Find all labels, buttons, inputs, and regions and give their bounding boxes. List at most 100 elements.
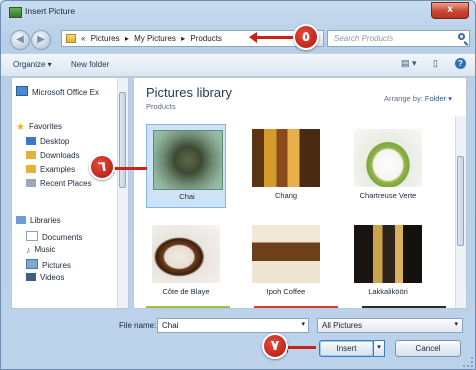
crumb-pictures[interactable]: Pictures: [91, 34, 120, 43]
arrange-value[interactable]: Folder ▾: [425, 94, 452, 103]
nav-item-recent-places[interactable]: Recent Places: [26, 179, 92, 188]
callout-step-6: ٦: [89, 154, 115, 180]
folder-icon: [26, 165, 36, 173]
command-toolbar: Organize ▾ New folder ▤ ▾ ▯ ?: [1, 53, 475, 77]
file-tile-ipoh-coffee[interactable]: Ipoh Coffee: [246, 220, 326, 304]
close-button[interactable]: x: [431, 2, 469, 19]
file-tile-chartreuse-verte[interactable]: Chartreuse Verte: [348, 124, 428, 208]
library-subtitle: Products: [146, 102, 176, 111]
file-name-value: Chai: [162, 321, 179, 330]
forward-button[interactable]: ▶: [31, 30, 51, 50]
file-type-select[interactable]: All Pictures ▾: [317, 318, 463, 333]
nav-item-music[interactable]: ♪ Music: [26, 245, 55, 255]
callout-step-5: ٥: [293, 24, 319, 50]
file-name: Ipoh Coffee: [266, 287, 306, 296]
folder-icon: [26, 151, 36, 159]
insert-options-button[interactable]: ▾: [373, 340, 385, 357]
nav-label: Favorites: [28, 122, 62, 131]
thumbnail: [354, 129, 422, 187]
document-icon: [26, 231, 38, 241]
pictures-icon: [26, 259, 38, 269]
search-icon[interactable]: [458, 33, 465, 40]
nav-label: Videos: [40, 273, 65, 282]
nav-item-documents[interactable]: Documents: [26, 231, 82, 242]
callout-step-7: ٧: [262, 333, 288, 359]
organize-button[interactable]: Organize ▾: [13, 60, 52, 69]
file-list: Pictures library Products Arrange by: Fo…: [133, 77, 467, 309]
view-options-icon[interactable]: ▤ ▾: [401, 58, 417, 71]
nav-item-pictures[interactable]: Pictures: [26, 259, 71, 270]
video-icon: [26, 273, 36, 281]
nav-label: Downloads: [40, 151, 80, 160]
file-name: Chai: [179, 192, 195, 201]
chevron-right-icon[interactable]: ▸: [181, 34, 185, 43]
navigation-pane: Microsoft Office Ex ★ Favorites Desktop D…: [11, 77, 129, 309]
file-name: Côte de Blaye: [162, 287, 210, 296]
chevron-down-icon[interactable]: ▾: [301, 320, 305, 328]
preview-pane-icon[interactable]: ▯: [433, 58, 438, 71]
search-placeholder: Search Products: [334, 34, 394, 43]
title-bar: Insert Picture x: [1, 1, 475, 23]
nav-item-examples[interactable]: Examples: [26, 165, 75, 174]
nav-item-libraries[interactable]: Libraries: [16, 216, 61, 225]
file-name: Chang: [274, 191, 298, 200]
nav-scrollbar-thumb[interactable]: [119, 92, 126, 188]
file-name: Chartreuse Verte: [359, 191, 417, 200]
file-list-scrollbar[interactable]: [455, 116, 466, 308]
nav-label: Music: [34, 245, 56, 254]
file-name: Lakkalikööri: [368, 287, 408, 296]
arrange-label: Arrange by:: [384, 94, 423, 103]
back-button[interactable]: ◀: [10, 30, 30, 50]
resize-grip[interactable]: [463, 357, 473, 367]
crumb-products[interactable]: Products: [190, 34, 222, 43]
thumbnail: [354, 225, 422, 283]
nav-item-office[interactable]: Microsoft Office Ex: [16, 86, 99, 97]
insert-picture-dialog: Insert Picture x ◀ ▶ « Pictures ▸ My Pic…: [0, 0, 476, 370]
desktop-icon: [26, 137, 36, 145]
file-tile-lakkalikoori[interactable]: Lakkalikööri: [348, 220, 428, 304]
file-list-scrollbar-thumb[interactable]: [457, 156, 464, 246]
nav-item-downloads[interactable]: Downloads: [26, 151, 80, 160]
nav-label: Libraries: [30, 216, 61, 225]
file-name-field[interactable]: Chai ▾: [157, 318, 309, 333]
window-title: Insert Picture: [25, 6, 76, 16]
thumbnail: [252, 225, 320, 283]
computer-icon: [16, 86, 28, 96]
nav-item-favorites[interactable]: ★ Favorites: [16, 122, 62, 133]
insert-button[interactable]: Insert: [319, 340, 374, 357]
nav-scrollbar[interactable]: [117, 78, 128, 308]
cancel-button[interactable]: Cancel: [395, 340, 461, 357]
file-name-label: File name:: [119, 321, 157, 330]
crumb-my-pictures[interactable]: My Pictures: [134, 34, 176, 43]
file-tile-cote-de-blaye[interactable]: Côte de Blaye: [146, 220, 226, 304]
nav-item-desktop[interactable]: Desktop: [26, 137, 69, 146]
nav-item-videos[interactable]: Videos: [26, 273, 64, 282]
file-tile-chai[interactable]: Chai: [146, 124, 226, 208]
thumbnail: [252, 129, 320, 187]
nav-label: Examples: [40, 165, 76, 174]
file-tile-chang[interactable]: Chang: [246, 124, 326, 208]
nav-label: Desktop: [40, 137, 70, 146]
picture-icon: [9, 7, 22, 18]
arrange-by[interactable]: Arrange by: Folder ▾: [384, 94, 452, 103]
file-type-value: All Pictures: [322, 321, 363, 330]
help-icon[interactable]: ?: [455, 58, 466, 69]
chevron-right-icon[interactable]: ▸: [125, 34, 129, 43]
library-title: Pictures library: [146, 85, 232, 100]
chevron-down-icon[interactable]: ▾: [454, 320, 458, 328]
navigation-bar: ◀ ▶ « Pictures ▸ My Pictures ▸ Products …: [1, 23, 475, 53]
new-folder-button[interactable]: New folder: [71, 60, 109, 69]
crumb-overflow[interactable]: «: [81, 34, 85, 43]
nav-label: Microsoft Office Ex: [32, 88, 99, 97]
folder-icon: [66, 34, 76, 43]
callout-arrow: [280, 342, 316, 353]
music-icon: ♪: [26, 245, 31, 255]
nav-label: Recent Places: [40, 179, 92, 188]
thumbnail: [153, 130, 223, 190]
search-input[interactable]: Search Products: [327, 30, 470, 47]
next-row-thumbnails: [146, 306, 446, 308]
thumbnail: [152, 225, 220, 283]
nav-label: Pictures: [42, 261, 71, 270]
nav-label: Documents: [42, 233, 83, 242]
callout-arrow: [106, 163, 147, 174]
